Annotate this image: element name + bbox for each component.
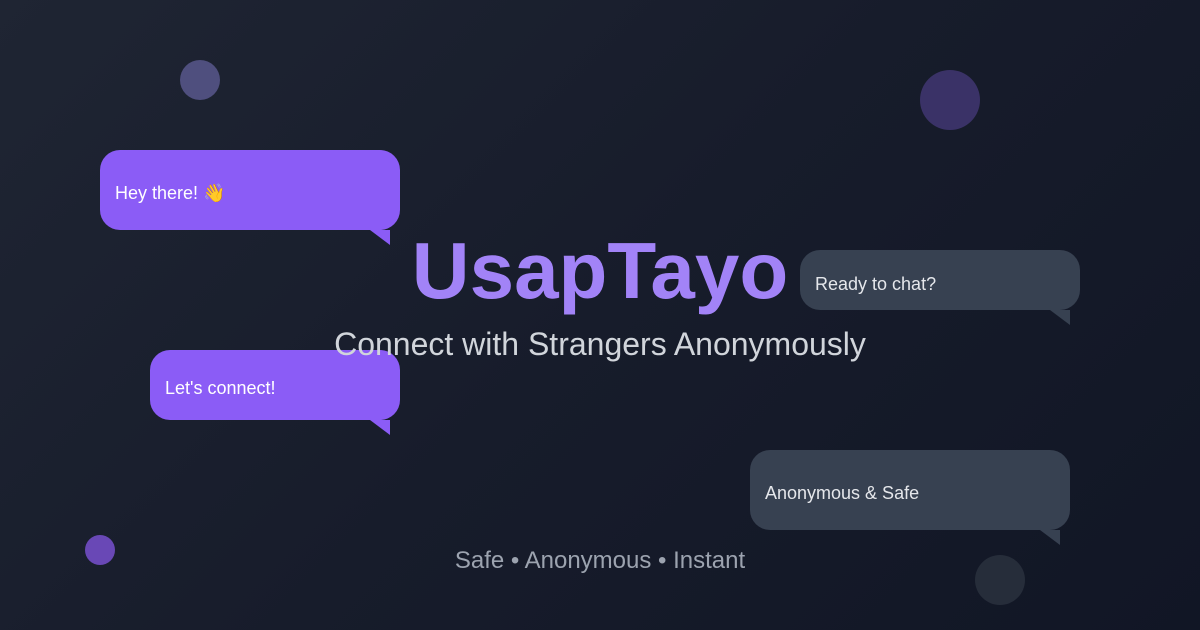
chat-bubble-text: Anonymous & Safe xyxy=(765,483,920,503)
chat-bubble-safe: Anonymous & Safe xyxy=(750,450,1070,545)
chat-bubble-tail xyxy=(1040,530,1060,545)
feature-list: Safe • Anonymous • Instant xyxy=(454,547,746,574)
decorative-dot xyxy=(180,60,220,100)
chat-bubble-tail xyxy=(370,420,390,435)
chat-bubble-greeting: Hey there! 👋 xyxy=(100,150,400,245)
tagline: Connect with Strangers Anonymously xyxy=(334,326,866,362)
chat-bubble-text: Hey there! 👋 xyxy=(115,183,226,203)
brand-title: UsapTayo xyxy=(411,226,789,315)
decorative-dot xyxy=(920,70,980,130)
hero-banner: Hey there! 👋 Ready to chat? Let's connec… xyxy=(0,0,1200,630)
chat-bubble-text: Let's connect! xyxy=(165,378,276,398)
